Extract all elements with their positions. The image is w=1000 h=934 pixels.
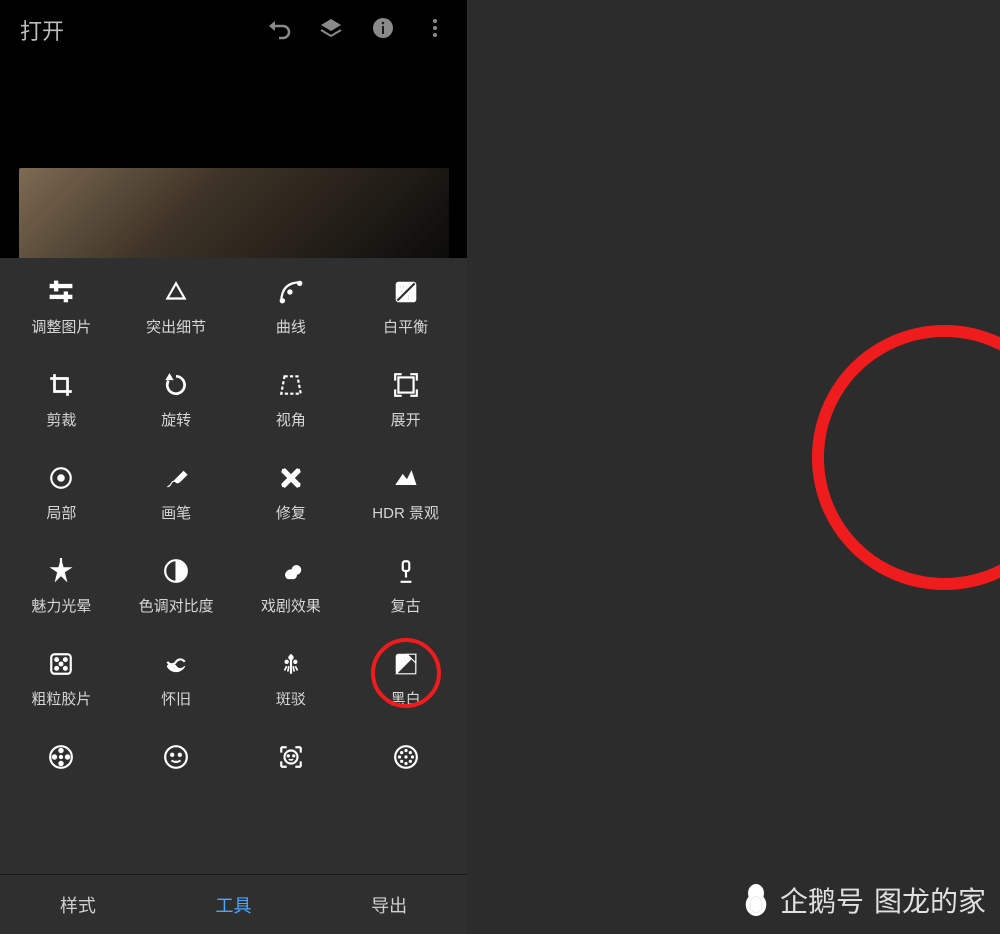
tool-selective[interactable]: 局部 <box>4 464 119 523</box>
wb-icon <box>392 278 420 306</box>
tool-label: 画笔 <box>161 502 191 523</box>
tool-bw[interactable]: 黑白 <box>348 650 463 709</box>
tool-hdr[interactable]: HDR 景观 <box>348 464 463 523</box>
tool-rotate[interactable]: 旋转 <box>119 371 234 430</box>
tab-tools[interactable]: 工具 <box>156 875 312 934</box>
more-icon[interactable] <box>423 16 447 45</box>
tool-healing[interactable]: 修复 <box>234 464 349 523</box>
app-screenshot: 打开 调整图片 突出细节 曲线 白平衡剪裁 旋转 视角 展开局部 画笔 修复 HDR 景观魅力光晕… <box>0 0 467 934</box>
tool-label: 色调对比度 <box>139 595 214 616</box>
tool-label: 调整图片 <box>31 316 91 337</box>
tool-label: 视角 <box>276 409 306 430</box>
tool-label: 黑白 <box>391 688 421 709</box>
penguin-icon <box>742 884 770 916</box>
grainy-icon <box>47 650 75 678</box>
tool-crop[interactable]: 剪裁 <box>4 371 119 430</box>
tool-vintage[interactable]: 复古 <box>348 557 463 616</box>
tool-label: 旋转 <box>161 409 191 430</box>
tool-details[interactable]: 突出细节 <box>119 278 234 337</box>
tab-styles[interactable]: 样式 <box>0 875 156 934</box>
open-button[interactable]: 打开 <box>20 14 267 46</box>
tool-label: 白平衡 <box>383 316 428 337</box>
tool-wb[interactable]: 白平衡 <box>348 278 463 337</box>
tool-label: HDR 景观 <box>372 502 439 523</box>
tool-grunge[interactable]: 斑驳 <box>234 650 349 709</box>
drama-icon <box>277 557 305 585</box>
brush-icon <box>162 464 190 492</box>
crop-icon <box>47 371 75 399</box>
tool-drama[interactable]: 戏剧效果 <box>234 557 349 616</box>
tool-label: 修复 <box>276 502 306 523</box>
vintage-icon <box>392 557 420 585</box>
tool-tonal[interactable]: 色调对比度 <box>119 557 234 616</box>
rotate-icon <box>162 371 190 399</box>
watermark-brand: 企鹅号 <box>780 880 864 920</box>
selective-icon <box>47 464 75 492</box>
tab-export[interactable]: 导出 <box>311 875 467 934</box>
pose-icon <box>392 743 420 771</box>
tool-expand[interactable]: 展开 <box>348 371 463 430</box>
tool-portrait[interactable] <box>234 743 349 781</box>
watermark-author: 图龙的家 <box>874 880 986 920</box>
info-icon[interactable] <box>371 16 395 45</box>
tonal-icon <box>162 557 190 585</box>
tool-film[interactable] <box>4 743 119 781</box>
image-preview[interactable] <box>0 60 467 258</box>
undo-icon[interactable] <box>267 16 291 45</box>
face-icon <box>162 743 190 771</box>
tool-label: 复古 <box>391 595 421 616</box>
glamour-icon <box>47 557 75 585</box>
tune-icon <box>47 278 75 306</box>
perspective-icon <box>277 371 305 399</box>
bottom-tabs: 样式工具导出 <box>0 874 467 934</box>
healing-icon <box>277 464 305 492</box>
retrolux-icon <box>162 650 190 678</box>
bw-icon <box>392 650 420 678</box>
tool-label: 怀旧 <box>161 688 191 709</box>
portrait-icon <box>277 743 305 771</box>
film-icon <box>47 743 75 771</box>
tool-label: 魅力光晕 <box>31 595 91 616</box>
tool-label: 斑驳 <box>276 688 306 709</box>
tool-label: 剪裁 <box>46 409 76 430</box>
tool-glamour[interactable]: 魅力光晕 <box>4 557 119 616</box>
watermark: 企鹅号 图龙的家 <box>742 880 986 920</box>
curves-icon <box>277 278 305 306</box>
tool-pose[interactable] <box>348 743 463 781</box>
tool-curves[interactable]: 曲线 <box>234 278 349 337</box>
tool-grainy[interactable]: 粗粒胶片 <box>4 650 119 709</box>
callout-panel: 黑白 企鹅号 图龙的家 <box>467 0 1000 934</box>
layers-icon[interactable] <box>319 16 343 45</box>
tool-perspective[interactable]: 视角 <box>234 371 349 430</box>
highlight-circle-big <box>812 325 1000 590</box>
tool-brush[interactable]: 画笔 <box>119 464 234 523</box>
app-topbar: 打开 <box>0 0 467 60</box>
tools-panel: 调整图片 突出细节 曲线 白平衡剪裁 旋转 视角 展开局部 画笔 修复 HDR 景观魅力光晕 色调对… <box>0 258 467 874</box>
tool-label: 粗粒胶片 <box>31 688 91 709</box>
details-icon <box>162 278 190 306</box>
tool-retrolux[interactable]: 怀旧 <box>119 650 234 709</box>
grunge-icon <box>277 650 305 678</box>
tool-tune[interactable]: 调整图片 <box>4 278 119 337</box>
expand-icon <box>392 371 420 399</box>
tool-label: 突出细节 <box>146 316 206 337</box>
tool-face[interactable] <box>119 743 234 781</box>
tool-label: 戏剧效果 <box>261 595 321 616</box>
tool-label: 展开 <box>391 409 421 430</box>
hdr-icon <box>392 464 420 492</box>
tool-label: 曲线 <box>276 316 306 337</box>
tool-label: 局部 <box>46 502 76 523</box>
